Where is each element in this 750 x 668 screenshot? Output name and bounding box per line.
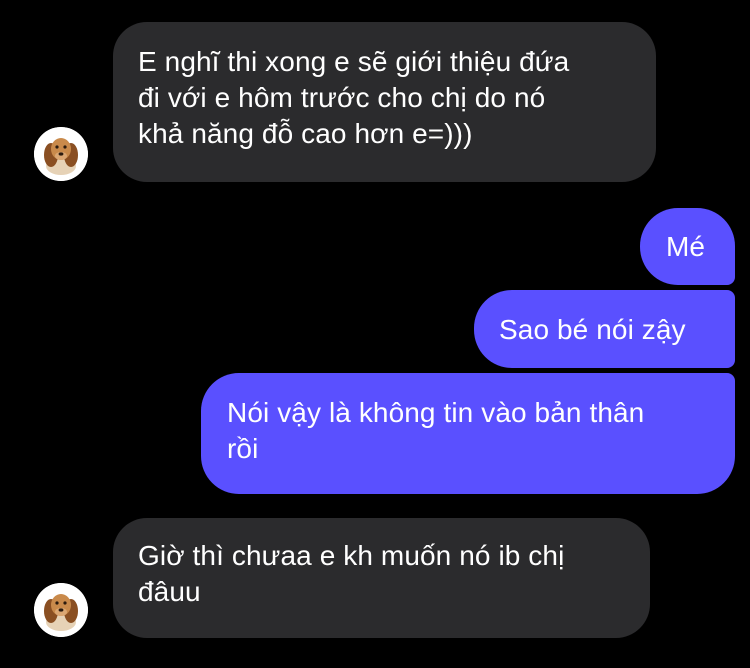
dog-avatar-icon: [34, 127, 88, 181]
message-text-line: Sao bé nói zậy: [499, 314, 686, 345]
message-text-line: rồi: [227, 433, 259, 464]
dog-avatar-icon: [34, 583, 88, 637]
outgoing-message-bubble[interactable]: Sao bé nói zậy: [474, 290, 735, 368]
contact-avatar[interactable]: [34, 583, 88, 637]
message-thread: E nghĩ thi xong e sẽ giới thiệu đứa đi v…: [0, 0, 750, 668]
contact-avatar[interactable]: [34, 127, 88, 181]
message-text-line: Mé: [666, 231, 706, 262]
outgoing-message-bubble[interactable]: Mé: [640, 208, 735, 285]
message-text-line: đâuu: [138, 576, 201, 607]
message-text-line: đi với e hôm trước cho chị do nó: [138, 82, 546, 113]
message-text-line: khả năng đỗ cao hơn e=))): [138, 118, 473, 149]
message-text-line: E nghĩ thi xong e sẽ giới thiệu đứa: [138, 46, 570, 77]
message-text-line: Giờ thì chưaa e kh muốn nó ib chị: [138, 540, 565, 571]
message-text-line: Nói vậy là không tin vào bản thân: [227, 397, 645, 428]
incoming-message-bubble[interactable]: Giờ thì chưaa e kh muốn nó ib chị đâuu: [113, 518, 650, 638]
incoming-message-bubble[interactable]: E nghĩ thi xong e sẽ giới thiệu đứa đi v…: [113, 22, 656, 182]
outgoing-message-bubble[interactable]: Nói vậy là không tin vào bản thân rồi: [201, 373, 735, 494]
